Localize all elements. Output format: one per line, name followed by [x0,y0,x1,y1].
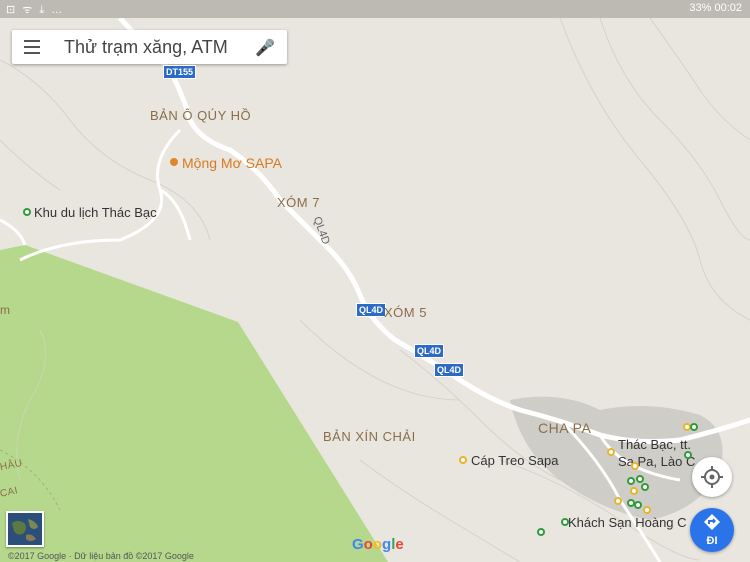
map-copyright: ©2017 Google · Dữ liệu bản đồ ©2017 Goog… [8,551,194,561]
road-shield-ql4d: QL4D [434,363,465,377]
poi-marker-icon[interactable] [627,477,635,485]
google-logo: Google [352,536,404,553]
place-label[interactable]: XÓM 7 [277,195,320,210]
place-label: m [0,303,11,317]
poi-marker-icon[interactable] [630,487,638,495]
clock: 00:02 [714,2,742,14]
mic-icon[interactable]: 🎤 [255,38,275,58]
search-input[interactable]: Thử trạm xăng, ATM [64,37,228,58]
road-shield-ql4d: QL4D [414,344,445,358]
poi-marker-icon[interactable] [634,501,642,509]
road-shield-ql4d: QL4D [356,303,387,317]
poi-marker-icon[interactable] [459,456,467,464]
status-bar: ⊡ ᯤ ⤓ … 33% 00:02 [0,0,750,18]
poi-marker-icon[interactable] [537,528,545,536]
place-label[interactable]: XÓM 5 [384,305,427,320]
poi-marker-icon[interactable] [607,448,615,456]
menu-icon[interactable] [24,40,40,54]
poi-marker-icon[interactable] [684,451,692,459]
poi-marker-icon[interactable] [641,483,649,491]
poi-marker-icon[interactable] [23,208,31,216]
directions-icon [704,514,720,530]
battery-level: 33% [689,2,712,14]
poi-label[interactable]: Cáp Treo Sapa [471,453,558,468]
satellite-thumbnail[interactable] [6,511,44,547]
place-label[interactable]: BẢN XÍN CHẢI [323,429,416,444]
poi-marker-icon[interactable] [614,497,622,505]
crosshair-icon [701,466,723,488]
place-label[interactable]: CHA PA [538,420,591,436]
poi-marker-icon[interactable] [643,506,651,514]
poi-marker-icon[interactable] [636,475,644,483]
status-icons: ⊡ ᯤ ⤓ … [6,4,65,16]
poi-label[interactable]: Thác Bạc, tt. [618,437,691,452]
poi-label[interactable]: Khách Sạn Hoàng C [568,515,687,530]
poi-marker-icon[interactable] [631,462,639,470]
poi-marker-icon[interactable] [690,423,698,431]
poi-label[interactable]: Khu du lịch Thác Bạc [34,205,157,220]
poi-label[interactable]: Mộng Mơ SAPA [182,155,282,171]
place-label[interactable]: BẢN Ô QÚY HỒ [150,108,251,123]
directions-label: ĐI [706,535,718,547]
restaurant-icon[interactable] [170,158,178,166]
search-box[interactable]: Thử trạm xăng, ATM 🎤 [12,30,287,64]
road-shield-dt155: DT155 [163,65,197,79]
directions-button[interactable]: ĐI [690,508,734,552]
my-location-button[interactable] [692,457,732,497]
